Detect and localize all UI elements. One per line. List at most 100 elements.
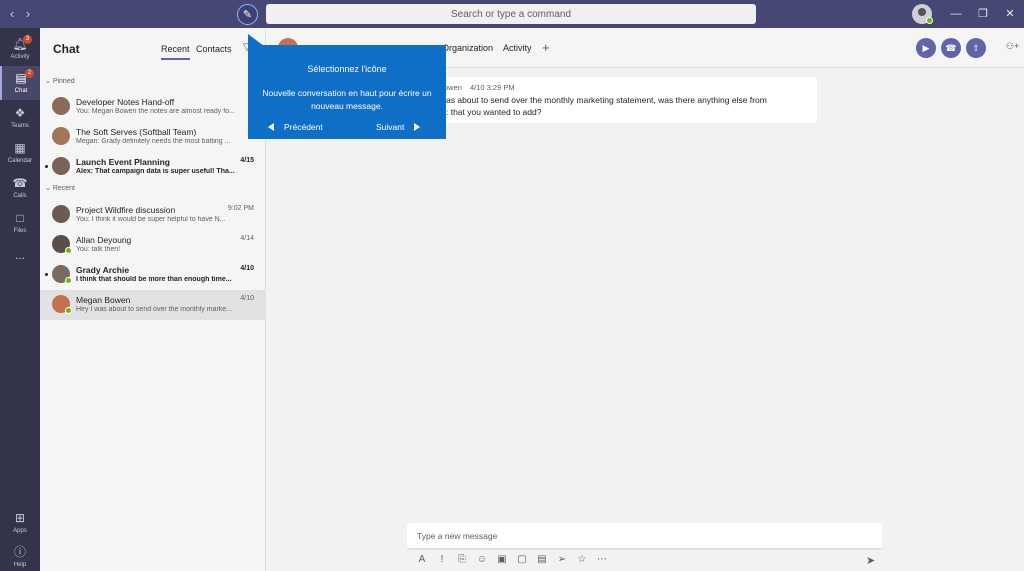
calendar-icon: ▦ xyxy=(14,141,26,155)
next-button[interactable]: Suivant xyxy=(376,122,421,132)
title-bar: ‹ › ✎ Search or type a command — ❐ ✕ xyxy=(0,0,1024,28)
format-icon[interactable]: A xyxy=(416,554,428,565)
rail-item-files[interactable]: □ Files xyxy=(0,206,40,240)
chat-item[interactable]: The Soft Serves (Softball Team) 4/ Megan… xyxy=(40,122,266,152)
files-icon: □ xyxy=(16,211,24,225)
emoji-icon[interactable]: ☺ xyxy=(476,554,488,565)
rail-label: Calls xyxy=(13,193,27,199)
presence-available-icon xyxy=(926,17,933,24)
pinned-label: Pinned xyxy=(52,78,75,85)
maximize-icon[interactable]: ❐ xyxy=(975,6,991,22)
sticker-icon[interactable]: ▢ xyxy=(516,554,528,565)
help-icon: ⓘ xyxy=(13,545,26,559)
chat-item[interactable]: Launch Event Planning 4/15 Alex: That ca… xyxy=(40,152,266,182)
send-icon[interactable]: ➤ xyxy=(866,554,875,567)
chat-name: Allan Deyoung xyxy=(76,235,132,245)
gif-icon[interactable]: ▣ xyxy=(496,554,508,565)
chat-preview: You: talk then! xyxy=(76,246,121,253)
tab-activity[interactable]: Activity xyxy=(503,43,532,53)
group-avatar xyxy=(52,157,70,175)
message-sender: owen xyxy=(444,83,462,92)
chat-preview: Megan: Grady definitely needs the most b… xyxy=(76,138,231,145)
chat-date: 4/14 xyxy=(240,235,254,242)
chat-preview: You: Megan Bowen the notes are almost re… xyxy=(76,108,235,115)
chat-preview: Alex: That campaign data is super useful… xyxy=(76,168,235,175)
group-avatar xyxy=(52,205,70,223)
rail-label: Chat xyxy=(14,88,28,94)
chat-name: Grady Archie xyxy=(76,265,130,275)
chat-list-panel: Chat Recent Contacts ▽ ⌄ Pinned Develope… xyxy=(40,28,266,571)
video-call-icon[interactable]: ▶ xyxy=(916,38,936,58)
chat-item[interactable]: Developer Notes Hand-off 4/ You: Megan B… xyxy=(40,92,266,122)
chat-name: The Soft Serves (Softball Team) xyxy=(76,127,197,137)
back-icon[interactable]: ‹ xyxy=(5,6,19,22)
rail-item-help[interactable]: ⓘ Help xyxy=(0,540,40,571)
search-input[interactable]: Search or type a command xyxy=(266,4,756,24)
chat-preview: You: I think it would be super helpful t… xyxy=(76,216,226,223)
next-label: Suivant xyxy=(376,122,405,132)
activity-badge: 3 xyxy=(23,35,32,44)
rail-item-activity[interactable]: 🔔︎ Activity 3 xyxy=(0,32,40,66)
rail-label: Teams xyxy=(11,123,29,129)
chat-date: 4/10 xyxy=(240,295,254,302)
coachmark-body: Nouvelle conversation en haut pour écrir… xyxy=(262,88,432,111)
coachmark-title: Sélectionnez l'icône xyxy=(307,64,387,74)
tab-recent[interactable]: Recent xyxy=(161,44,190,60)
pinned-section-label[interactable]: ⌄ Pinned xyxy=(45,77,75,85)
group-avatar xyxy=(52,97,70,115)
add-people-icon[interactable]: ⚇+ xyxy=(1006,41,1019,52)
rail-item-calendar[interactable]: ▦ Calendar xyxy=(0,136,40,170)
attach-icon[interactable]: ⎘ xyxy=(456,554,468,565)
rail-item-apps[interactable]: ⊞ Apps xyxy=(0,506,40,540)
chat-item[interactable]: Project Wildfire discussion 9:02 PM You:… xyxy=(40,200,266,230)
message-input[interactable] xyxy=(417,531,857,541)
presence-available-icon xyxy=(65,247,72,254)
message-bubble: owen 4/10 3:29 PM as about to send over … xyxy=(404,77,817,123)
chat-item-selected[interactable]: Megan Bowen 4/10 Hey I was about to send… xyxy=(40,290,266,320)
chat-preview: Hey I was about to send over the monthly… xyxy=(76,306,233,313)
phone-icon: ☎ xyxy=(12,176,28,190)
rail-label: Activity xyxy=(10,54,30,60)
message-text-line: as about to send over the monthly market… xyxy=(446,95,767,105)
important-icon[interactable]: ! xyxy=(436,554,448,565)
tab-organization[interactable]: Organization xyxy=(442,43,493,53)
screen-share-icon[interactable]: ⇧ xyxy=(966,38,986,58)
rail-item-teams[interactable]: ❖ Teams xyxy=(0,101,40,135)
compose-box xyxy=(407,523,882,550)
chat-name: Launch Event Planning xyxy=(76,157,170,167)
chat-name: Developer Notes Hand-off xyxy=(76,97,175,107)
coachmark-tooltip: Sélectionnez l'icône Nouvelle conversati… xyxy=(248,45,446,139)
message-text-line: : that you wanted to add? xyxy=(446,107,542,117)
close-icon[interactable]: ✕ xyxy=(1002,6,1018,22)
recent-label: Recent xyxy=(52,185,75,192)
rail-label: Calendar xyxy=(7,158,33,164)
praise-icon[interactable]: ☆ xyxy=(576,554,588,565)
message-time: 4/10 3:29 PM xyxy=(470,83,515,92)
chat-date: 4/15 xyxy=(240,157,254,164)
previous-label: Précédent xyxy=(284,122,323,132)
ellipsis-icon: ... xyxy=(14,248,25,262)
chat-badge: 2 xyxy=(25,69,34,78)
stream-icon[interactable]: ➢ xyxy=(556,554,568,565)
add-tab-icon[interactable]: + xyxy=(542,40,550,55)
forward-icon[interactable]: › xyxy=(21,6,35,22)
schedule-meeting-icon[interactable]: ▤ xyxy=(536,554,548,565)
minimize-icon[interactable]: — xyxy=(948,6,964,22)
chat-date: 4/10 xyxy=(240,265,254,272)
previous-button[interactable]: Précédent xyxy=(268,122,323,132)
chevron-left-icon xyxy=(268,123,274,131)
tab-contacts[interactable]: Contacts xyxy=(196,44,232,54)
unread-indicator xyxy=(45,273,48,276)
chat-item[interactable]: Allan Deyoung 4/14 You: talk then! xyxy=(40,230,266,260)
more-apps-button[interactable]: ... xyxy=(0,239,40,273)
more-options-icon[interactable]: ⋯ xyxy=(596,554,608,565)
rail-label: Help xyxy=(13,562,27,568)
new-chat-compose-icon[interactable]: ✎ xyxy=(237,4,258,25)
rail-item-calls[interactable]: ☎ Calls xyxy=(0,171,40,205)
chat-item[interactable]: Grady Archie 4/10 I think that should be… xyxy=(40,260,266,290)
phone-call-icon[interactable]: ☎ xyxy=(941,38,961,58)
rail-item-chat[interactable]: ▤ Chat 2 xyxy=(0,66,40,100)
chat-preview: I think that should be more than enough … xyxy=(76,276,232,283)
recent-section-label[interactable]: ⌄ Recent xyxy=(45,184,75,192)
teams-icon: ❖ xyxy=(14,106,26,120)
